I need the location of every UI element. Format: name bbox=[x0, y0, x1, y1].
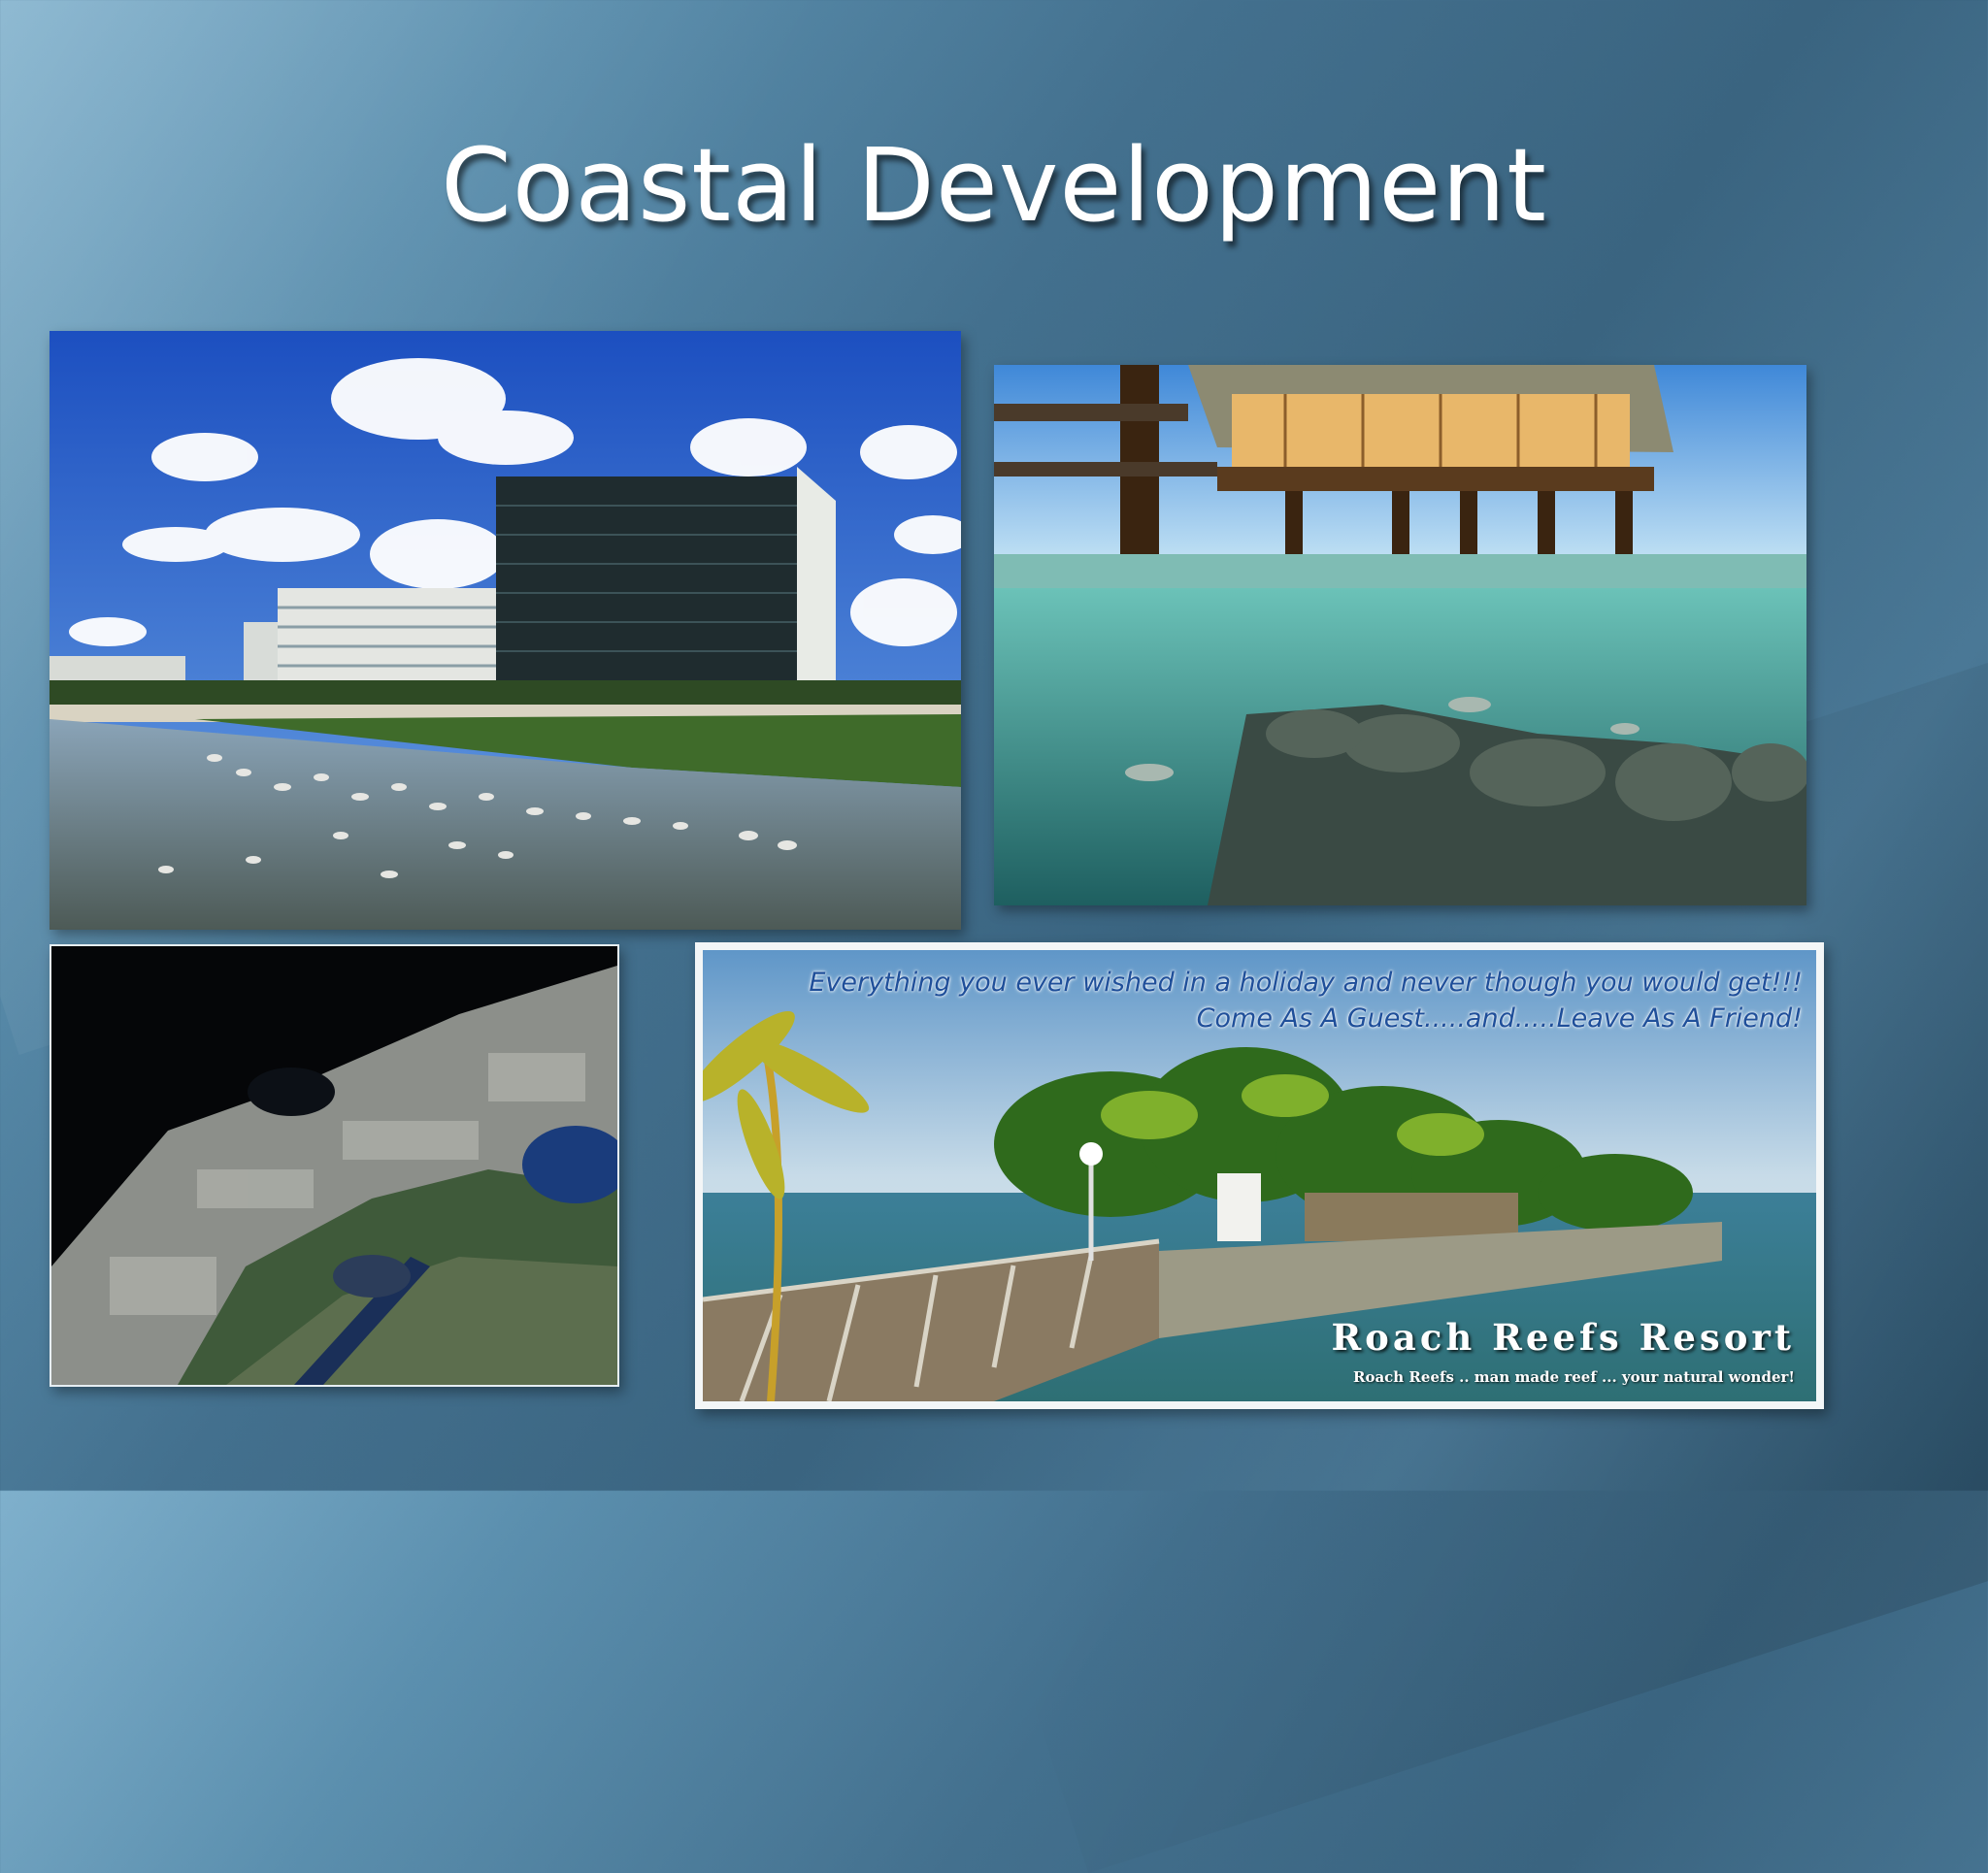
resort-caption-line1: Everything you ever wished in a holiday … bbox=[809, 968, 1803, 998]
resort-name: Roach Reefs Resort bbox=[1331, 1316, 1795, 1359]
resort-caption-line2: Come As A Guest.....and.....Leave As A F… bbox=[1196, 1003, 1803, 1034]
satellite-coastline-photo bbox=[50, 944, 619, 1387]
overwater-bungalows-reef-photo bbox=[994, 365, 1806, 905]
resort-tagline: Roach Reefs .. man made reef ... your na… bbox=[1352, 1368, 1795, 1386]
beach-condominiums-photo bbox=[50, 331, 961, 930]
slide-title: Coastal Development bbox=[441, 126, 1547, 245]
resort-advertisement: Everything you ever wished in a holiday … bbox=[695, 942, 1824, 1409]
